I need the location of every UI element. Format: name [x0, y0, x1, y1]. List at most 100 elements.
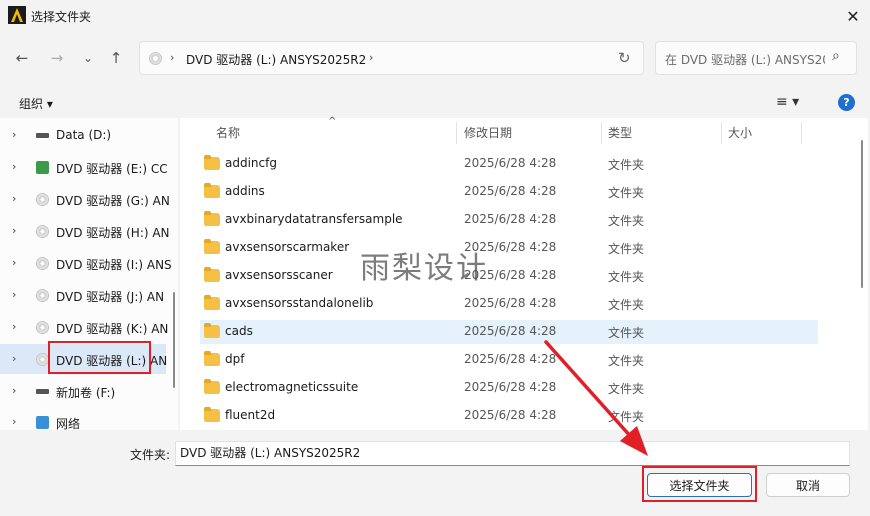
chevron-right-icon: › — [170, 51, 175, 64]
refresh-icon[interactable]: ↻ — [618, 49, 631, 67]
chevron-right-icon[interactable]: › — [12, 128, 16, 141]
nav-item-new-volume-f[interactable]: › 新加卷 (F:) — [0, 376, 166, 406]
column-divider[interactable] — [721, 122, 722, 144]
column-divider[interactable] — [456, 122, 457, 144]
view-options-icon[interactable]: ≡ ▾ — [776, 94, 799, 110]
nav-item-label: Data (D:) — [56, 128, 112, 142]
nav-item-label: DVD 驱动器 (G:) AN — [56, 194, 170, 208]
file-name: addins — [225, 184, 265, 198]
chevron-right-icon[interactable]: › — [12, 288, 16, 301]
search-input[interactable]: 在 DVD 驱动器 (L:) ANSYS2025R2 中搜索 — [665, 51, 825, 68]
nav-scrollbar[interactable] — [173, 292, 175, 388]
dvd-icon — [36, 193, 49, 206]
table-row[interactable]: avxsensorsstandalonelib 2025/6/28 4:28 文件夹 — [200, 292, 818, 316]
file-name: avxsensorscarmaker — [225, 240, 350, 254]
table-row-selected[interactable]: cads 2025/6/28 4:28 文件夹 — [200, 320, 818, 344]
back-button[interactable]: ← — [8, 44, 36, 72]
nav-item-label: DVD 驱动器 (E:) CC — [56, 162, 168, 176]
file-type: 文件夹 — [608, 270, 645, 284]
table-row[interactable]: avxsensorscarmaker 2025/6/28 4:28 文件夹 — [200, 236, 818, 260]
folder-icon — [204, 155, 220, 170]
file-date: 2025/6/28 4:28 — [464, 324, 557, 338]
network-icon — [36, 416, 49, 429]
chevron-right-icon[interactable]: › — [12, 256, 16, 269]
file-name: cads — [225, 324, 253, 338]
nav-item-network[interactable]: › 网络 — [0, 407, 166, 430]
table-row[interactable]: dpf 2025/6/28 4:28 文件夹 — [200, 348, 818, 372]
close-button[interactable]: ✕ — [836, 0, 870, 32]
search-box[interactable]: 在 DVD 驱动器 (L:) ANSYS2025R2 中搜索 ⌕ — [655, 41, 857, 75]
address-bar[interactable]: › DVD 驱动器 (L:) ANSYS2025R2 › ↻ — [139, 41, 644, 75]
file-name: avxsensorsstandalonelib — [225, 296, 374, 310]
file-type: 文件夹 — [608, 214, 645, 228]
sort-ascending-icon: ^ — [328, 116, 337, 127]
table-row[interactable]: addins 2025/6/28 4:28 文件夹 — [200, 180, 818, 204]
file-date: 2025/6/28 4:28 — [464, 296, 557, 310]
nav-item-dvd-k[interactable]: › DVD 驱动器 (K:) AN — [0, 312, 169, 342]
folder-icon — [204, 295, 220, 310]
watermark-text: 雨梨设计 — [360, 251, 488, 286]
column-divider[interactable] — [801, 122, 802, 144]
address-path[interactable]: DVD 驱动器 (L:) ANSYS2025R2 — [186, 51, 366, 68]
recent-locations-button[interactable]: ⌄ — [74, 44, 102, 72]
nav-item-dvd-e[interactable]: › DVD 驱动器 (E:) CC — [0, 152, 168, 182]
file-type: 文件夹 — [608, 410, 645, 424]
chevron-right-icon[interactable]: › — [12, 352, 16, 365]
column-divider[interactable] — [601, 122, 602, 144]
chevron-right-icon[interactable]: › — [12, 160, 16, 173]
chevron-right-icon[interactable]: › — [12, 415, 16, 428]
chevron-right-icon[interactable]: › — [369, 51, 373, 64]
file-date: 2025/6/28 4:28 — [464, 212, 557, 226]
nav-item-label: DVD 驱动器 (K:) AN — [56, 322, 169, 336]
window-title: 选择文件夹 — [31, 10, 92, 24]
nav-item-dvd-j[interactable]: › DVD 驱动器 (J:) AN — [0, 280, 166, 310]
chevron-right-icon[interactable]: › — [12, 192, 16, 205]
table-row[interactable]: avxsensorsscaner 2025/6/28 4:28 文件夹 — [200, 264, 818, 288]
nav-item-dvd-h[interactable]: › DVD 驱动器 (H:) AN — [0, 216, 170, 246]
table-row[interactable]: addincfg 2025/6/28 4:28 文件夹 — [200, 152, 818, 176]
chevron-right-icon[interactable]: › — [12, 384, 16, 397]
folder-field-label: 文件夹: — [130, 448, 171, 462]
folder-input[interactable]: DVD 驱动器 (L:) ANSYS2025R2 — [175, 441, 850, 466]
forward-button[interactable]: → — [43, 44, 71, 72]
dvd-drive-icon — [149, 52, 162, 65]
table-row[interactable]: electromagneticssuite 2025/6/28 4:28 文件夹 — [200, 376, 818, 400]
help-icon[interactable]: ? — [838, 94, 855, 111]
column-header-modified[interactable]: 修改日期 — [464, 124, 512, 141]
dvd-icon — [36, 289, 49, 302]
folder-icon — [204, 379, 220, 394]
file-name: dpf — [225, 352, 245, 366]
search-icon[interactable]: ⌕ — [832, 48, 840, 64]
column-header-type[interactable]: 类型 — [608, 124, 632, 141]
column-header-size[interactable]: 大小 — [728, 124, 752, 141]
folder-icon — [204, 267, 220, 282]
file-type: 文件夹 — [608, 382, 645, 396]
up-button[interactable]: ↑ — [102, 44, 130, 72]
file-date: 2025/6/28 4:28 — [464, 156, 557, 170]
file-type: 文件夹 — [608, 158, 645, 172]
file-date: 2025/6/28 4:28 — [464, 352, 557, 366]
nav-item-dvd-i[interactable]: › DVD 驱动器 (I:) ANS — [0, 248, 172, 278]
folder-icon — [204, 211, 220, 226]
title-bar — [0, 0, 870, 32]
file-name: avxbinarydatatransfersample — [225, 212, 403, 226]
table-row[interactable]: fluent2d 2025/6/28 4:28 文件夹 — [200, 404, 818, 428]
file-type: 文件夹 — [608, 326, 645, 340]
file-list-scrollbar[interactable] — [861, 140, 863, 288]
hdd-icon — [36, 389, 49, 394]
chevron-right-icon[interactable]: › — [12, 320, 16, 333]
folder-icon — [204, 239, 220, 254]
table-row[interactable]: avxbinarydatatransfersample 2025/6/28 4:2… — [200, 208, 818, 232]
dvd-icon — [36, 321, 49, 334]
cancel-button[interactable]: 取消 — [766, 473, 850, 497]
organize-menu[interactable]: 组织 ▾ — [19, 95, 53, 112]
column-header-name[interactable]: 名称 — [216, 124, 240, 141]
dvd-icon — [36, 257, 49, 270]
nav-item-label: 网络 — [56, 417, 81, 430]
nav-item-dvd-g[interactable]: › DVD 驱动器 (G:) AN — [0, 184, 170, 214]
dvd-icon — [36, 225, 49, 238]
file-list: ^ 名称 修改日期 类型 大小 addincfg 2025/6/28 4:28 文件… — [180, 116, 868, 430]
file-type: 文件夹 — [608, 186, 645, 200]
nav-item-data-d[interactable]: › Data (D:) — [0, 120, 166, 150]
chevron-right-icon[interactable]: › — [12, 224, 16, 237]
